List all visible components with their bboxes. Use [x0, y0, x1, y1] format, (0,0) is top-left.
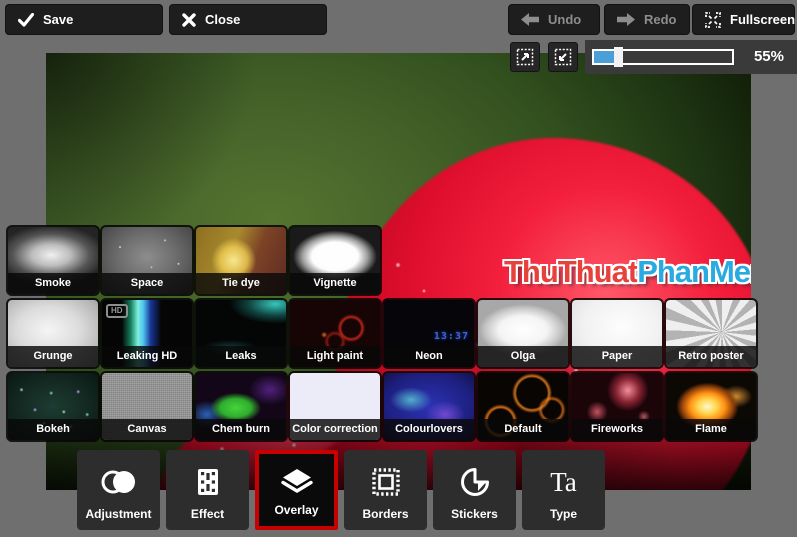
redo-button[interactable]: Redo [604, 4, 690, 35]
check-icon [18, 12, 34, 27]
overlay-thumb-label: Chem burn [196, 419, 286, 440]
overlay-thumb-label: Paper [572, 346, 662, 367]
overlay-thumb-label: Flame [666, 419, 756, 440]
tab-label: Adjustment [85, 507, 152, 521]
type-icon: Ta [550, 466, 577, 497]
tab-effect[interactable]: Effect [166, 450, 249, 530]
overlay-thumb-olga[interactable]: Olga [478, 300, 568, 367]
photo-editor: { "header": { "save": "Save", "close": "… [0, 0, 797, 537]
overlay-thumb-neon[interactable]: 13:37 Neon [384, 300, 474, 367]
neon-clock-text: 13:37 [433, 331, 469, 342]
overlay-thumb-space[interactable]: Space [102, 227, 192, 294]
overlay-thumb-label: Vignette [290, 273, 380, 294]
tab-label: Type [549, 507, 578, 521]
overlay-thumb-colourlovers[interactable]: Colourlovers [384, 373, 474, 440]
overlay-thumb-label: Light paint [290, 346, 380, 367]
overlay-thumb-vignette[interactable]: Vignette [290, 227, 380, 294]
tab-type[interactable]: Ta Type [522, 450, 605, 530]
overlay-thumb-smoke[interactable]: Smoke [8, 227, 98, 294]
watermark-red-part: ThuThuat [504, 254, 638, 289]
arrow-left-icon [521, 13, 539, 26]
overlay-thumb-retro-poster[interactable]: Retro poster [666, 300, 756, 367]
zoom-slider-thumb[interactable] [614, 47, 623, 67]
overlay-thumb-label: Neon [384, 346, 474, 367]
overlay-thumb-label: Leaks [196, 346, 286, 367]
overlay-thumb-label: Canvas [102, 419, 192, 440]
overlay-thumb-label: Default [478, 419, 568, 440]
tab-label: Overlay [274, 503, 319, 517]
overlay-thumb-light-paint[interactable]: Light paint [290, 300, 380, 367]
zoom-actual-size-icon [516, 48, 534, 66]
tab-label: Stickers [451, 507, 498, 521]
tab-overlay[interactable]: Overlay [255, 450, 338, 530]
overlay-row-1: Smoke Space Tie dye Vignette [8, 227, 380, 294]
save-label: Save [43, 12, 74, 27]
fullscreen-button[interactable]: Fullscreen [692, 4, 795, 35]
zoom-slider-fill [594, 51, 616, 63]
overlay-thumb-bokeh[interactable]: Bokeh [8, 373, 98, 440]
zoom-slider-panel: 55% [585, 40, 797, 74]
overlay-thumb-label: Olga [478, 346, 568, 367]
zoom-level-value: 55% [753, 48, 784, 65]
overlay-thumb-label: Colourlovers [384, 419, 474, 440]
overlay-row-2: Grunge HD Leaking HD Leaks Light paint 13… [8, 300, 756, 367]
overlay-thumb-color-correction[interactable]: Color correction [290, 373, 380, 440]
watermark-text: ThuThuatPhanMem.vn [504, 254, 751, 290]
fullscreen-expand-icon [705, 11, 721, 28]
tab-label: Borders [362, 507, 409, 521]
overlay-thumb-tie-dye[interactable]: Tie dye [196, 227, 286, 294]
zoom-fit-screen-button[interactable] [548, 42, 578, 72]
overlay-thumb-label: Smoke [8, 273, 98, 294]
borders-icon [371, 465, 401, 499]
overlay-thumb-flame[interactable]: Flame [666, 373, 756, 440]
tab-borders[interactable]: Borders [344, 450, 427, 530]
tab-label: Effect [190, 507, 225, 521]
redo-label: Redo [644, 12, 677, 27]
stickers-icon [460, 465, 490, 499]
hd-badge: HD [106, 304, 128, 318]
overlay-thumb-chem-burn[interactable]: Chem burn [196, 373, 286, 440]
save-button[interactable]: Save [5, 4, 163, 35]
tab-adjustment[interactable]: Adjustment [77, 450, 160, 530]
overlay-thumb-paper[interactable]: Paper [572, 300, 662, 367]
overlay-icon [280, 465, 314, 499]
arrow-right-icon [617, 13, 635, 26]
close-label: Close [205, 12, 241, 27]
overlay-thumb-label: Retro poster [666, 346, 756, 367]
fullscreen-label: Fullscreen [730, 12, 796, 27]
undo-button[interactable]: Undo [508, 4, 600, 35]
zoom-fit-screen-icon [554, 48, 572, 66]
overlay-thumb-grunge[interactable]: Grunge [8, 300, 98, 367]
effect-icon [197, 465, 219, 499]
overlay-thumb-default[interactable]: Default [478, 373, 568, 440]
overlay-thumb-label: Space [102, 273, 192, 294]
overlay-thumb-canvas[interactable]: Canvas [102, 373, 192, 440]
zoom-actual-size-button[interactable] [510, 42, 540, 72]
undo-label: Undo [548, 12, 582, 27]
zoom-slider-track[interactable] [592, 47, 734, 67]
x-icon [182, 12, 196, 27]
overlay-thumb-leaking-hd[interactable]: HD Leaking HD [102, 300, 192, 367]
bottom-toolbar: Adjustment Effect Overlay Borders Sticke… [77, 450, 605, 530]
overlay-thumb-fireworks[interactable]: Fireworks [572, 373, 662, 440]
close-button[interactable]: Close [169, 4, 327, 35]
overlay-thumb-label: Bokeh [8, 419, 98, 440]
overlay-thumb-label: Grunge [8, 346, 98, 367]
overlay-thumb-label: Leaking HD [102, 346, 192, 367]
watermark-blue-part: PhanMem.vn [637, 254, 751, 289]
overlay-thumb-label: Fireworks [572, 419, 662, 440]
tab-stickers[interactable]: Stickers [433, 450, 516, 530]
overlay-thumb-label: Tie dye [196, 273, 286, 294]
adjustment-icon [101, 465, 137, 499]
overlay-thumb-label: Color correction [290, 419, 380, 440]
overlay-thumb-leaks[interactable]: Leaks [196, 300, 286, 367]
overlay-row-3: Bokeh Canvas Chem burn Color correction … [8, 373, 756, 440]
